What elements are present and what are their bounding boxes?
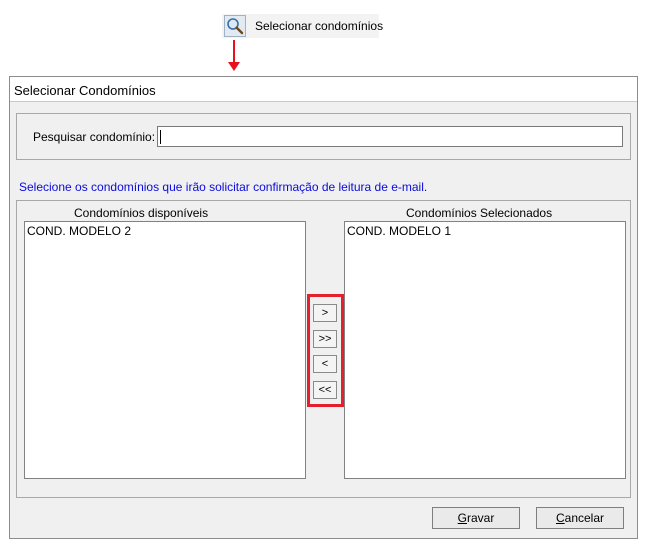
dialog-title: Selecionar Condomínios	[14, 83, 156, 98]
toolbar-button-label: Selecionar condomínios	[255, 19, 384, 33]
selected-list-title: Condomínios Selecionados	[406, 206, 553, 220]
search-label: Pesquisar condomínio:	[33, 130, 156, 144]
remove-all-button[interactable]: <<	[313, 381, 337, 399]
select-condominiums-dialog: Selecionar Condomínios Pesquisar condomí…	[9, 76, 638, 539]
add-one-button[interactable]: >	[313, 304, 337, 322]
cancel-button-mnemonic: C	[555, 511, 565, 525]
search-magnifier-icon	[224, 15, 246, 37]
annotation-arrow-line	[233, 40, 235, 64]
cancel-button-label: ancelar	[564, 511, 605, 525]
add-all-button[interactable]: >>	[313, 330, 337, 348]
available-list-title: Condomínios disponíveis	[74, 206, 209, 220]
text-caret	[160, 130, 161, 144]
dialog-titlebar[interactable]: Selecionar Condomínios	[10, 77, 637, 102]
list-item[interactable]: COND. MODELO 2	[27, 224, 131, 238]
search-group: Pesquisar condomínio:	[16, 113, 631, 160]
select-condominiums-toolbar-button[interactable]: Selecionar condomínios	[222, 14, 383, 38]
list-item[interactable]: COND. MODELO 1	[347, 224, 451, 238]
save-button-label: ravar	[467, 511, 495, 525]
available-listbox[interactable]: COND. MODELO 2	[24, 221, 306, 479]
remove-one-button[interactable]: <	[313, 355, 337, 373]
move-buttons-highlight: > >> < <<	[307, 294, 344, 407]
save-button-mnemonic: G	[457, 511, 467, 525]
instruction-text: Selecione os condomínios que irão solici…	[19, 180, 428, 194]
annotation-arrow-head	[228, 62, 240, 71]
cancel-button[interactable]: Cancelar	[536, 507, 624, 529]
save-button[interactable]: Gravar	[432, 507, 520, 529]
selected-listbox[interactable]: COND. MODELO 1	[344, 221, 626, 479]
lists-group: Condomínios disponíveis Condomínios Sele…	[16, 200, 631, 498]
search-input[interactable]	[157, 126, 623, 147]
